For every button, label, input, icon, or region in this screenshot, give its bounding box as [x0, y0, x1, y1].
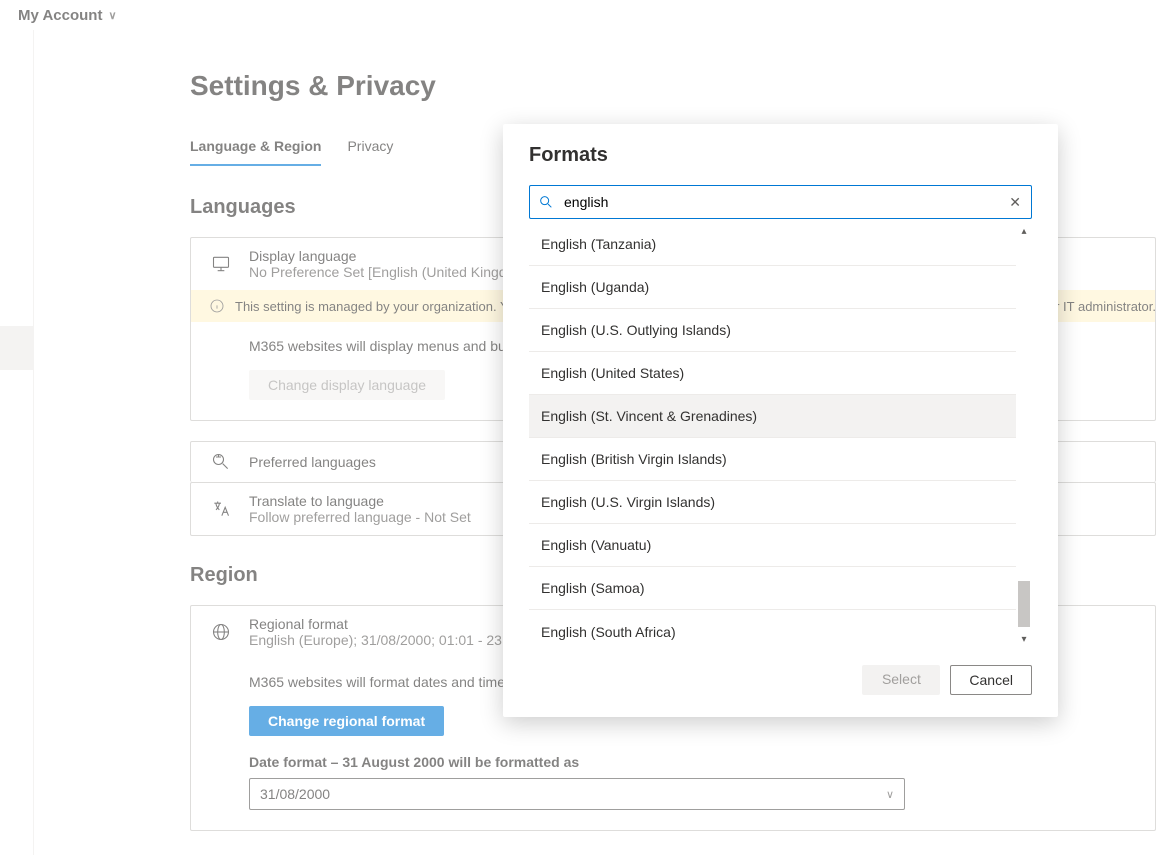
format-option[interactable]: English (Samoa) [529, 567, 1016, 610]
format-results-list: English (Tanzania) English (Uganda) Engl… [529, 223, 1016, 647]
format-option[interactable]: English (St. Vincent & Grenadines) [529, 395, 1016, 438]
clear-search-icon[interactable]: ✕ [1007, 194, 1023, 211]
cancel-button[interactable]: Cancel [950, 665, 1032, 695]
format-option[interactable]: English (Vanuatu) [529, 524, 1016, 567]
format-option[interactable]: English (U.S. Virgin Islands) [529, 481, 1016, 524]
format-option[interactable]: English (British Virgin Islands) [529, 438, 1016, 481]
scroll-up-arrow-icon[interactable]: ▴ [1016, 223, 1032, 239]
select-button: Select [862, 665, 940, 695]
format-search-input[interactable] [562, 193, 999, 211]
format-option[interactable]: English (Tanzania) [529, 223, 1016, 266]
format-option[interactable]: English (United States) [529, 352, 1016, 395]
results-scrollbar[interactable]: ▴ ▾ [1016, 223, 1032, 647]
modal-title: Formats [529, 144, 1032, 167]
format-option[interactable]: English (U.S. Outlying Islands) [529, 309, 1016, 352]
search-icon [538, 194, 554, 210]
format-option[interactable]: English (Uganda) [529, 266, 1016, 309]
format-search[interactable]: ✕ [529, 185, 1032, 219]
scroll-down-arrow-icon[interactable]: ▾ [1016, 631, 1032, 647]
format-option[interactable]: English (South Africa) [529, 610, 1016, 647]
formats-modal: Formats ✕ English (Tanzania) English (Ug… [503, 124, 1058, 717]
scroll-thumb[interactable] [1018, 581, 1030, 627]
